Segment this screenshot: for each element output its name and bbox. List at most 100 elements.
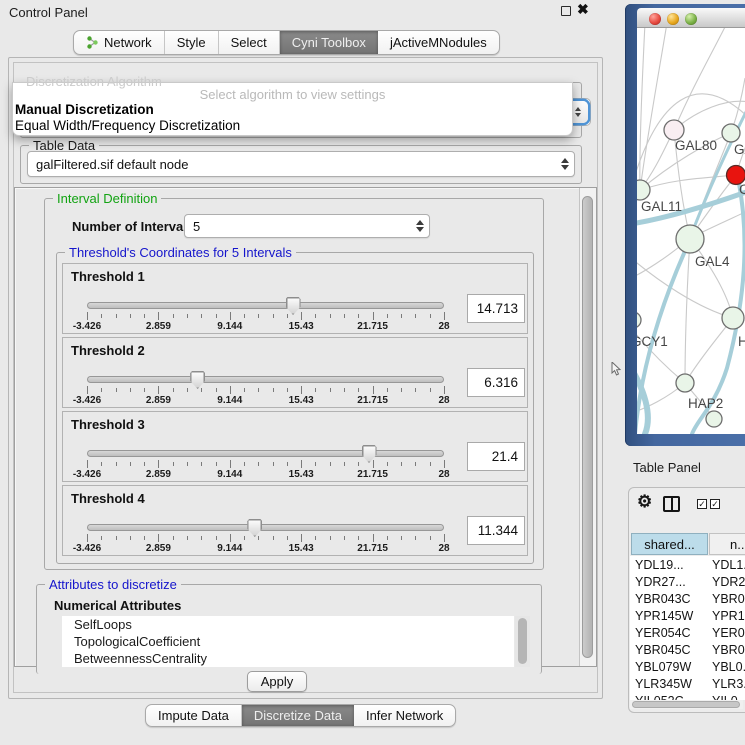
tick-mark xyxy=(415,388,416,392)
tick-mark xyxy=(187,314,188,318)
tick-mark xyxy=(116,388,117,392)
tick-mark xyxy=(244,314,245,318)
network-nodes[interactable] xyxy=(637,120,745,427)
tab-select[interactable]: Select xyxy=(219,31,280,54)
tick-mark xyxy=(173,314,174,318)
tab-network[interactable]: Network xyxy=(74,31,165,54)
slider-track[interactable] xyxy=(87,524,444,531)
tab-discretize-data[interactable]: Discretize Data xyxy=(242,705,354,726)
zoom-window-icon[interactable] xyxy=(685,13,697,25)
network-icon xyxy=(86,36,99,49)
tick-mark xyxy=(101,536,102,540)
tick-mark xyxy=(258,314,259,318)
tick-mark xyxy=(158,312,159,320)
column-header-shared[interactable]: shared... xyxy=(631,533,708,555)
gear-icon[interactable]: ⚙ xyxy=(637,492,652,512)
svg-text:GAL80: GAL80 xyxy=(675,138,717,153)
table-row[interactable]: YPR145WYPR1... xyxy=(630,609,745,626)
tick-label: 2.859 xyxy=(146,395,171,406)
threshold-4-slider[interactable]: -3.4262.8599.14415.4321.71528 xyxy=(87,520,444,554)
dropdown-option-manual[interactable]: Manual Discretization xyxy=(15,102,154,117)
table-row[interactable]: YER054CYER0... xyxy=(630,626,745,643)
slider-track[interactable] xyxy=(87,450,444,457)
apply-button[interactable]: Apply xyxy=(247,671,307,692)
tick-mark xyxy=(173,462,174,466)
checkbox-select-all-icon[interactable]: ✓ xyxy=(697,499,707,509)
tick-mark xyxy=(144,536,145,540)
vertical-scrollbar-thumb[interactable] xyxy=(582,196,593,658)
table-row[interactable]: YBL079WYBL0... xyxy=(630,660,745,677)
network-window-titlebar[interactable] xyxy=(637,8,745,28)
tick-mark xyxy=(415,536,416,540)
tick-mark xyxy=(216,388,217,392)
svg-text:C: C xyxy=(739,182,745,197)
attributes-scrollbar-thumb[interactable] xyxy=(518,618,527,664)
tick-label: 15.43 xyxy=(289,543,314,554)
list-item-selfloops[interactable]: SelfLoops xyxy=(62,616,514,633)
numerical-attributes-label: Numerical Attributes xyxy=(54,598,181,613)
tab-style[interactable]: Style xyxy=(165,31,219,54)
tick-mark xyxy=(430,536,431,540)
tick-mark xyxy=(287,388,288,392)
tab-infer-network[interactable]: Infer Network xyxy=(354,705,455,726)
threshold-1-panel: Threshold 1 -3.4262.8599.14415.4321.7152… xyxy=(62,263,528,334)
table-row[interactable]: YBR043CYBR0... xyxy=(630,592,745,609)
threshold-1-slider[interactable]: -3.4262.8599.14415.4321.71528 xyxy=(87,298,444,332)
columns-icon[interactable] xyxy=(663,496,680,512)
mouse-cursor xyxy=(611,362,622,376)
tick-label: 28 xyxy=(438,321,449,332)
list-item-betweennesscentrality[interactable]: BetweennessCentrality xyxy=(62,650,514,667)
tick-mark xyxy=(358,536,359,540)
table-horizontal-scrollbar-thumb[interactable] xyxy=(632,701,740,708)
slider-track[interactable] xyxy=(87,302,444,309)
threshold-2-value-field[interactable]: 6.316 xyxy=(467,368,525,397)
tick-mark xyxy=(230,312,231,320)
close-window-icon[interactable] xyxy=(649,13,661,25)
tab-cyni-toolbox[interactable]: Cyni Toolbox xyxy=(280,31,378,54)
dropdown-option-equal-width[interactable]: Equal Width/Frequency Discretization xyxy=(15,118,240,133)
network-canvas[interactable]: GAL80 GA C GAL11 GAL4 GCY1 H HAP2 xyxy=(637,28,745,434)
tab-impute-data[interactable]: Impute Data xyxy=(146,705,242,726)
close-panel-icon[interactable]: ✖ xyxy=(577,1,589,18)
slider-ticks xyxy=(87,460,444,468)
tab-jactivemnodules[interactable]: jActiveMNodules xyxy=(378,31,499,54)
tick-mark xyxy=(315,536,316,540)
slider-track[interactable] xyxy=(87,376,444,383)
threshold-4-panel: Threshold 4 -3.4262.8599.14415.4321.7152… xyxy=(62,485,528,556)
threshold-3-value-field[interactable]: 21.4 xyxy=(467,442,525,471)
column-header-name[interactable]: n... xyxy=(709,533,745,555)
tick-mark xyxy=(444,534,445,542)
tick-mark xyxy=(216,536,217,540)
tick-mark xyxy=(301,460,302,468)
tick-mark xyxy=(101,388,102,392)
tick-mark xyxy=(244,388,245,392)
threshold-1-value-field[interactable]: 14.713 xyxy=(467,294,525,323)
checkbox-select-none-icon[interactable]: ✓ xyxy=(710,499,720,509)
algorithm-dropdown-popup: Select algorithm to view settings Manual… xyxy=(12,82,573,136)
tick-label: 21.715 xyxy=(357,321,388,332)
tick-mark xyxy=(173,388,174,392)
tick-mark xyxy=(201,314,202,318)
minimize-window-icon[interactable] xyxy=(667,13,679,25)
threshold-3-slider[interactable]: -3.4262.8599.14415.4321.71528 xyxy=(87,446,444,480)
list-item-topologicalcoefficient[interactable]: TopologicalCoefficient xyxy=(62,633,514,650)
tick-label: 15.43 xyxy=(289,395,314,406)
tick-mark xyxy=(87,534,88,542)
tick-mark xyxy=(130,314,131,318)
tick-label: -3.426 xyxy=(73,321,101,332)
threshold-4-label: Threshold 4 xyxy=(71,491,145,506)
tick-mark xyxy=(116,314,117,318)
combo-stepper-icon xyxy=(561,158,569,170)
table-row[interactable]: YDR27...YDR2... xyxy=(630,575,745,592)
svg-text:GAL11: GAL11 xyxy=(641,199,682,214)
table-row[interactable]: YBR045CYBR0... xyxy=(630,643,745,660)
float-panel-icon[interactable] xyxy=(561,6,571,16)
table-row[interactable]: YDL19...YDL1... xyxy=(630,558,745,575)
table-data-combobox[interactable]: galFiltered.sif default node xyxy=(27,151,575,177)
slider-tick-labels: -3.4262.8599.14415.4321.71528 xyxy=(87,395,444,407)
threshold-2-slider[interactable]: -3.4262.8599.14415.4321.71528 xyxy=(87,372,444,406)
num-intervals-combobox[interactable]: 5 xyxy=(184,214,430,238)
threshold-4-value-field[interactable]: 11.344 xyxy=(467,516,525,545)
table-row[interactable]: YLR345WYLR3... xyxy=(630,677,745,694)
tick-mark xyxy=(173,536,174,540)
